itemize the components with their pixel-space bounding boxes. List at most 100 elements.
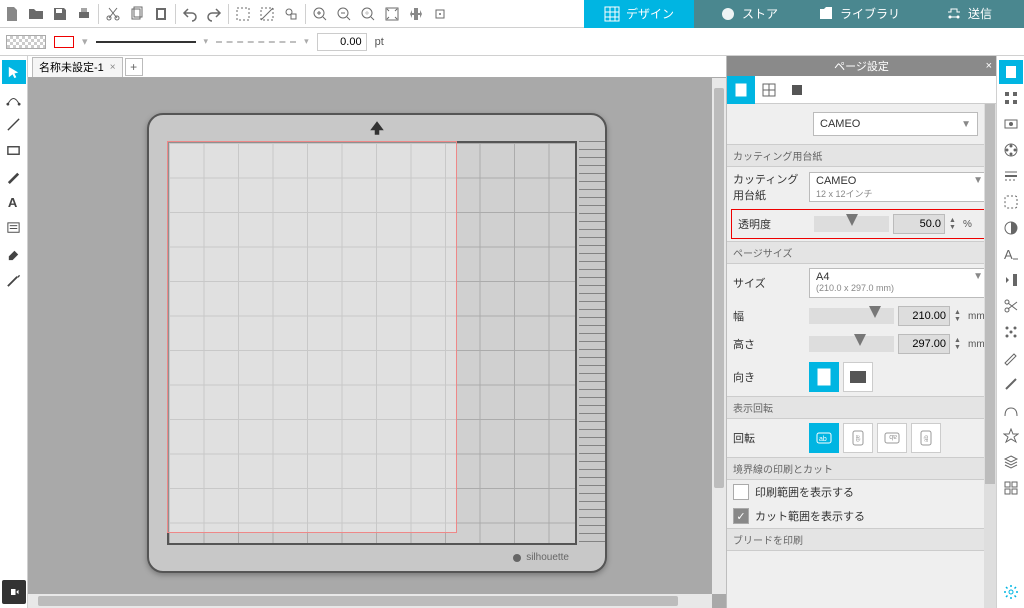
dash-style[interactable] [216, 41, 296, 43]
nest-icon[interactable] [999, 398, 1023, 422]
section-cutmat: カッティング用台紙 [727, 144, 996, 167]
trace-icon[interactable] [999, 190, 1023, 214]
text-tool[interactable]: A [2, 190, 26, 214]
fit-icon[interactable] [380, 2, 404, 26]
center-icon[interactable] [428, 2, 452, 26]
opacity-input[interactable] [893, 214, 945, 234]
section-bounds: 境界線の印刷とカット [727, 457, 996, 480]
line-style-icon[interactable] [999, 164, 1023, 188]
draw-tool[interactable] [2, 164, 26, 188]
cutmat-select[interactable]: CAMEO12 x 12インチ▼ [809, 172, 990, 202]
tab-store[interactable]: ストア [694, 0, 804, 28]
svg-text:ab: ab [924, 435, 930, 442]
line-tool[interactable] [2, 112, 26, 136]
orient-landscape[interactable] [843, 362, 873, 392]
save-icon[interactable] [48, 2, 72, 26]
select-all-icon[interactable] [231, 2, 255, 26]
doc-tab[interactable]: 名称未設定-1× [32, 57, 123, 77]
width-input[interactable] [898, 306, 950, 326]
stroke-unit: pt [375, 36, 384, 48]
replicate-icon[interactable] [999, 476, 1023, 500]
copy-icon[interactable] [125, 2, 149, 26]
machine-select[interactable]: CAMEO▼ [813, 112, 978, 136]
rotate-0[interactable]: ab [809, 423, 839, 453]
rotate-180[interactable]: ab [877, 423, 907, 453]
line-style[interactable] [96, 41, 196, 43]
rhinestone-icon[interactable] [999, 320, 1023, 344]
zoom-in-icon[interactable] [308, 2, 332, 26]
rect-tool[interactable] [2, 138, 26, 162]
knife-2-icon[interactable] [999, 372, 1023, 396]
tab-library[interactable]: ライブラリ [804, 0, 914, 28]
open-file-icon[interactable] [24, 2, 48, 26]
stroke-width-input[interactable] [317, 33, 367, 51]
section-bleed: ブリードを印刷 [727, 528, 996, 551]
layers-icon[interactable] [999, 450, 1023, 474]
height-spinner[interactable]: ▲▼ [954, 337, 964, 351]
print-icon[interactable] [72, 2, 96, 26]
canvas-hscroll[interactable] [28, 594, 712, 608]
panel-tab-regmarks[interactable] [783, 76, 811, 104]
show-print-area-check[interactable]: 印刷範囲を表示する [727, 480, 996, 504]
pixscan-icon[interactable] [999, 112, 1023, 136]
rotate-270[interactable]: ab [911, 423, 941, 453]
eraser-tool[interactable] [2, 242, 26, 266]
tab-send[interactable]: 送信 [914, 0, 1024, 28]
text-style-icon[interactable]: A [999, 242, 1023, 266]
settings-icon[interactable] [999, 580, 1023, 604]
color-tool-icon[interactable] [999, 138, 1023, 162]
ruler-right [579, 141, 605, 545]
contrast-icon[interactable] [999, 216, 1023, 240]
knife-tool[interactable] [2, 268, 26, 292]
close-panel-icon[interactable]: × [986, 60, 992, 72]
section-pagesize: ページサイズ [727, 241, 996, 264]
pan-icon[interactable] [404, 2, 428, 26]
zoom-drag-icon[interactable] [356, 2, 380, 26]
width-spinner[interactable]: ▲▼ [954, 309, 964, 323]
redo-icon[interactable] [202, 2, 226, 26]
rotate-90[interactable]: ab [843, 423, 873, 453]
show-cut-area-check[interactable]: ✓カット範囲を表示する [727, 504, 996, 528]
svg-text:ab: ab [819, 436, 827, 443]
left-toolbar: A [0, 56, 28, 608]
feed-arrow-icon [368, 121, 386, 140]
panel-vscroll[interactable] [984, 104, 996, 608]
canvas-vscroll[interactable] [712, 78, 726, 594]
deselect-icon[interactable] [255, 2, 279, 26]
grid-tool-icon[interactable] [999, 86, 1023, 110]
page-setup-icon[interactable] [999, 60, 1023, 84]
expand-left-icon[interactable] [2, 580, 26, 604]
scissors-icon[interactable] [999, 294, 1023, 318]
fill-swatch[interactable] [6, 35, 46, 49]
shapes-icon[interactable] [279, 2, 303, 26]
style-bar: ▾ ▾ ▾ pt [0, 28, 1024, 56]
panel-tab-grid[interactable] [755, 76, 783, 104]
close-tab-icon[interactable]: × [110, 62, 116, 73]
cutting-mat[interactable]: silhouette [147, 113, 607, 573]
panel-tab-page[interactable] [727, 76, 755, 104]
stroke-swatch[interactable] [54, 36, 74, 48]
opacity-slider[interactable] [814, 216, 889, 232]
width-slider[interactable] [809, 308, 894, 324]
zoom-out-icon[interactable] [332, 2, 356, 26]
height-slider[interactable] [809, 336, 894, 352]
new-tab-button[interactable]: + [125, 58, 143, 76]
select-tool[interactable] [2, 60, 26, 84]
paste-icon[interactable] [149, 2, 173, 26]
edit-points-tool[interactable] [2, 86, 26, 110]
new-file-icon[interactable] [0, 2, 24, 26]
tab-design[interactable]: デザイン [584, 0, 694, 28]
section-rotation: 表示回転 [727, 396, 996, 419]
orient-portrait[interactable] [809, 362, 839, 392]
note-tool[interactable] [2, 216, 26, 240]
star-icon[interactable] [999, 424, 1023, 448]
sketch-icon[interactable] [999, 346, 1023, 370]
svg-text:A: A [8, 195, 18, 210]
cut-icon[interactable] [101, 2, 125, 26]
expand-right-icon[interactable] [999, 268, 1023, 292]
undo-icon[interactable] [178, 2, 202, 26]
height-input[interactable] [898, 334, 950, 354]
size-select[interactable]: A4(210.0 x 297.0 mm)▼ [809, 268, 990, 298]
svg-text:ab: ab [854, 435, 860, 442]
opacity-spinner[interactable]: ▲▼ [949, 217, 959, 231]
